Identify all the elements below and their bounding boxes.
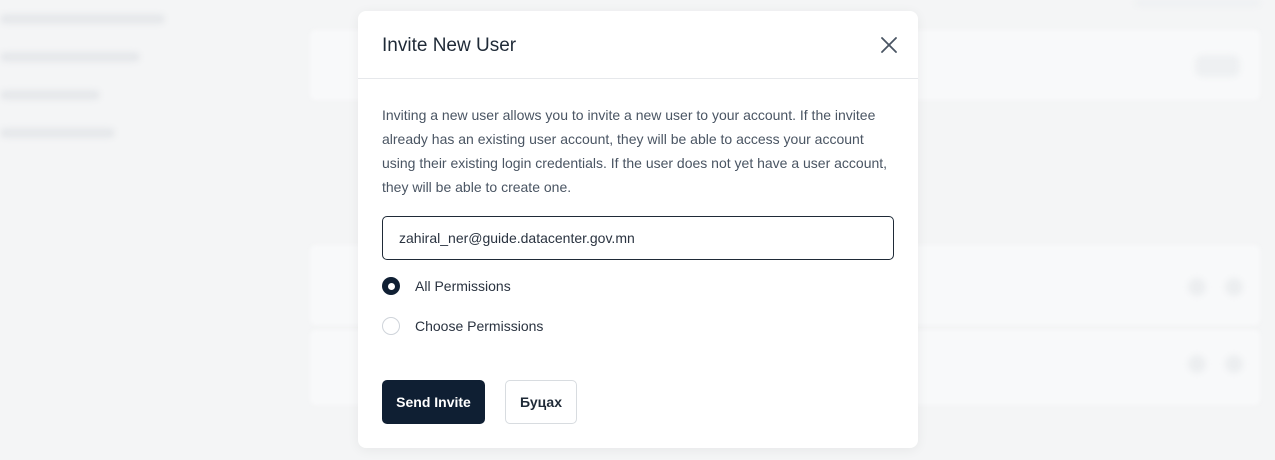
bg-dot [1188, 278, 1206, 296]
bg-sidebar-line [0, 14, 165, 24]
bg-dot [1225, 278, 1243, 296]
bg-pill [1135, 0, 1260, 6]
modal-header: Invite New User [358, 11, 918, 79]
radio-label: All Permissions [415, 278, 511, 294]
bg-sidebar-line [0, 128, 115, 138]
radio-checked-icon [382, 277, 400, 295]
radio-all-permissions[interactable]: All Permissions [382, 277, 511, 295]
bg-dot [1225, 355, 1243, 373]
radio-label: Choose Permissions [415, 318, 544, 334]
invite-user-modal: Invite New User Inviting a new user allo… [358, 11, 918, 448]
cancel-button[interactable]: Буцах [505, 380, 577, 424]
bg-sidebar-line [0, 90, 100, 100]
radio-choose-permissions[interactable]: Choose Permissions [382, 317, 543, 335]
invite-description: Inviting a new user allows you to invite… [382, 107, 888, 195]
bg-dot [1188, 355, 1206, 373]
radio-unchecked-icon [382, 317, 400, 335]
close-icon [881, 37, 897, 53]
bg-pill [1195, 55, 1240, 77]
modal-title: Invite New User [382, 35, 517, 56]
bg-sidebar-line [0, 52, 140, 62]
modal-body: Inviting a new user allows you to invite… [382, 103, 894, 424]
email-input[interactable] [382, 216, 894, 260]
send-invite-button[interactable]: Send Invite [382, 380, 485, 424]
close-button[interactable] [878, 34, 900, 56]
